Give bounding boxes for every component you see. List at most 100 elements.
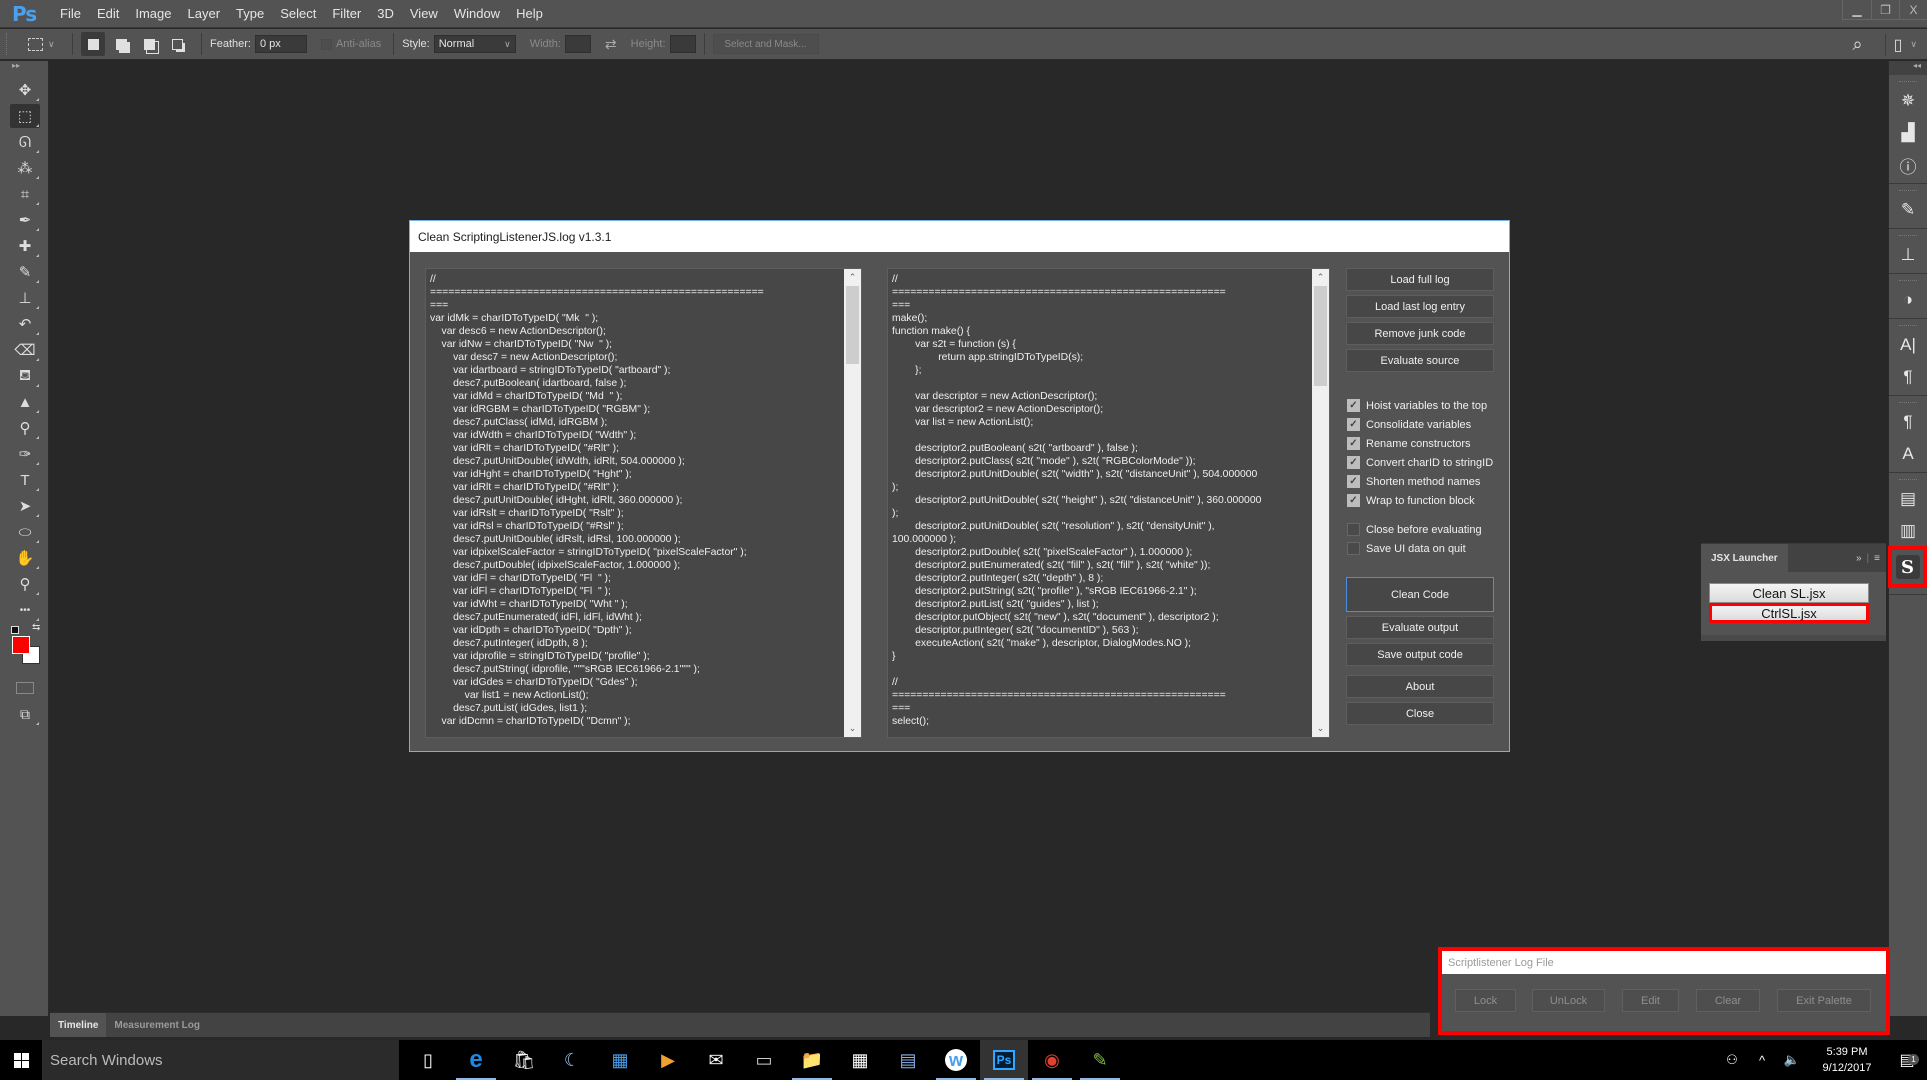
taskbar-app-chrome[interactable]: ◉ [1028, 1040, 1076, 1080]
taskbar-app-calculator[interactable]: ▦ [836, 1040, 884, 1080]
height-input[interactable] [669, 35, 696, 53]
info-icon[interactable]: ⓘ [1889, 149, 1927, 181]
checkbox-unchecked[interactable] [1347, 523, 1360, 536]
healing-brush-tool[interactable]: ✚ [10, 234, 40, 258]
search-icon[interactable]: ⌕ [1853, 34, 1863, 55]
ellipse-tool[interactable]: ⬭ [10, 520, 40, 544]
quick-mask-button[interactable] [10, 676, 40, 700]
paint-bucket-tool[interactable]: ⛾ [10, 364, 40, 388]
notes-icon[interactable]: ▥ [1889, 515, 1927, 547]
swap-icon[interactable]: ⇄ [605, 36, 617, 53]
evaluate-source-button[interactable]: Evaluate source [1346, 349, 1494, 372]
character-styles-icon[interactable]: A [1889, 438, 1927, 470]
new-selection-button[interactable] [81, 32, 105, 56]
taskbar-app-command-prompt[interactable]: ▭ [740, 1040, 788, 1080]
show-hidden-icons-chevron-icon[interactable]: ^ [1747, 1053, 1777, 1068]
option-row[interactable]: Save UI data on quit [1346, 539, 1494, 558]
checkbox-checked[interactable]: ✓ [1347, 456, 1360, 469]
crop-tool[interactable]: ⌗ [10, 182, 40, 206]
taskbar-app-notepad-plus[interactable]: ✎ [1076, 1040, 1124, 1080]
navigator-icon[interactable]: ✵ [1889, 85, 1927, 117]
expand-toolbar-icon[interactable]: ▸▸ [0, 61, 48, 77]
workspace-icon[interactable]: ▯ [1894, 35, 1903, 55]
rectangular-marquee-tool[interactable]: ⬚ [10, 104, 40, 128]
save-output-code-button[interactable]: Save output code [1346, 643, 1494, 666]
menu-image[interactable]: Image [135, 6, 171, 21]
adjustments-icon[interactable]: ◑ [1889, 284, 1927, 316]
blur-tool[interactable]: ▲ [10, 390, 40, 414]
option-row[interactable]: ✓ Shorten method names [1346, 472, 1494, 491]
lock-button[interactable]: Lock [1455, 989, 1516, 1012]
taskbar-app-edge[interactable]: e [452, 1040, 500, 1080]
load-last-log-entry-button[interactable]: Load last log entry [1346, 295, 1494, 318]
collapse-dock-icon[interactable]: ◂◂ [1889, 61, 1927, 75]
scroll-thumb[interactable] [1314, 286, 1327, 386]
default-colors-icon[interactable] [11, 626, 19, 634]
option-row[interactable]: ✓ Hoist variables to the top [1346, 396, 1494, 415]
tab-timeline[interactable]: Timeline [50, 1013, 107, 1037]
scroll-thumb[interactable] [846, 286, 859, 364]
dialog-close-button[interactable]: Close [1346, 702, 1494, 725]
clear-button[interactable]: Clear [1696, 989, 1760, 1012]
zoom-tool[interactable]: ⚲ [10, 572, 40, 596]
about-button[interactable]: About [1346, 675, 1494, 698]
subtract-from-selection-button[interactable] [137, 32, 161, 56]
ctrlsl-jsx-button[interactable]: CtrlSL.jsx [1709, 603, 1869, 623]
scroll-up-icon[interactable]: ⌃ [1312, 269, 1329, 286]
restore-button[interactable]: ❐ [1871, 0, 1899, 19]
taskbar-app-task-view[interactable]: ▯ [404, 1040, 452, 1080]
history-brush-tool[interactable]: ↶ [10, 312, 40, 336]
hand-tool[interactable]: ✋ [10, 546, 40, 570]
people-icon[interactable]: ⚇ [1717, 1052, 1747, 1068]
lasso-tool[interactable]: ᘏ [10, 130, 40, 154]
intersect-selection-button[interactable] [165, 32, 189, 56]
paragraph-styles-icon[interactable]: ¶ [1889, 406, 1927, 438]
eraser-tool[interactable]: ⌫ [10, 338, 40, 362]
brush-tool[interactable]: ✎ [10, 260, 40, 284]
output-code-textarea[interactable]: // =====================================… [887, 268, 1330, 738]
eyedropper-tool[interactable]: ✒ [10, 208, 40, 232]
menu-window[interactable]: Window [454, 6, 500, 21]
remove-junk-code-button[interactable]: Remove junk code [1346, 322, 1494, 345]
tab-measurement-log[interactable]: Measurement Log [106, 1013, 208, 1037]
menu-help[interactable]: Help [516, 6, 543, 21]
feather-input[interactable] [254, 35, 307, 53]
anti-alias-checkbox[interactable] [320, 38, 332, 50]
path-selection-tool[interactable]: ➤ [10, 494, 40, 518]
screen-mode-button[interactable]: ⧉ [10, 702, 40, 726]
menu-filter[interactable]: Filter [332, 6, 361, 21]
panel-resize-grip[interactable] [1701, 635, 1886, 641]
output-scrollbar[interactable]: ⌃ ⌄ [1312, 269, 1329, 737]
menu-file[interactable]: File [60, 6, 81, 21]
style-select[interactable]: Normal ∨ [433, 35, 516, 53]
clean-sl-jsx-button[interactable]: Clean SL.jsx [1709, 583, 1869, 603]
taskbar-app-wunderlist[interactable]: w [932, 1040, 980, 1080]
move-tool[interactable]: ✥ [10, 78, 40, 102]
dialog-title[interactable]: Clean ScriptingListenerJS.log v1.3.1 [410, 221, 1509, 252]
tool-preset-picker[interactable]: ∨ [28, 33, 64, 55]
collapse-panel-icon[interactable]: » [1856, 553, 1862, 564]
clean-code-button[interactable]: Clean Code [1346, 577, 1494, 612]
checkbox-checked[interactable]: ✓ [1347, 437, 1360, 450]
taskbar-app-notepad-app[interactable]: ▤ [884, 1040, 932, 1080]
properties-icon[interactable]: ▤ [1889, 483, 1927, 515]
exit-palette-button[interactable]: Exit Palette [1777, 989, 1871, 1012]
unlock-button[interactable]: UnLock [1532, 989, 1605, 1012]
clone-source-icon[interactable]: ⊥ [1889, 239, 1927, 271]
swap-colors-icon[interactable]: ⇆ [32, 622, 40, 633]
source-scrollbar[interactable]: ⌃ ⌄ [844, 269, 861, 737]
add-to-selection-button[interactable] [109, 32, 133, 56]
taskbar-app-weather-app[interactable]: ☾ [548, 1040, 596, 1080]
option-row[interactable]: ✓ Rename constructors [1346, 434, 1494, 453]
select-and-mask-button[interactable]: Select and Mask... [712, 34, 819, 54]
clone-stamp-tool[interactable]: ⊥ [10, 286, 40, 310]
magic-wand-tool[interactable]: ⁂ [10, 156, 40, 180]
taskbar-app-store[interactable]: 🛍 [500, 1040, 548, 1080]
taskbar-app-file-explorer[interactable]: 📁 [788, 1040, 836, 1080]
more-tools[interactable]: ••• [10, 598, 40, 622]
option-row[interactable]: ✓ Consolidate variables [1346, 415, 1494, 434]
checkbox-checked[interactable]: ✓ [1347, 399, 1360, 412]
close-button[interactable]: X [1899, 0, 1927, 19]
pen-tool[interactable]: ✑ [10, 442, 40, 466]
option-row[interactable]: Close before evaluating [1346, 520, 1494, 539]
